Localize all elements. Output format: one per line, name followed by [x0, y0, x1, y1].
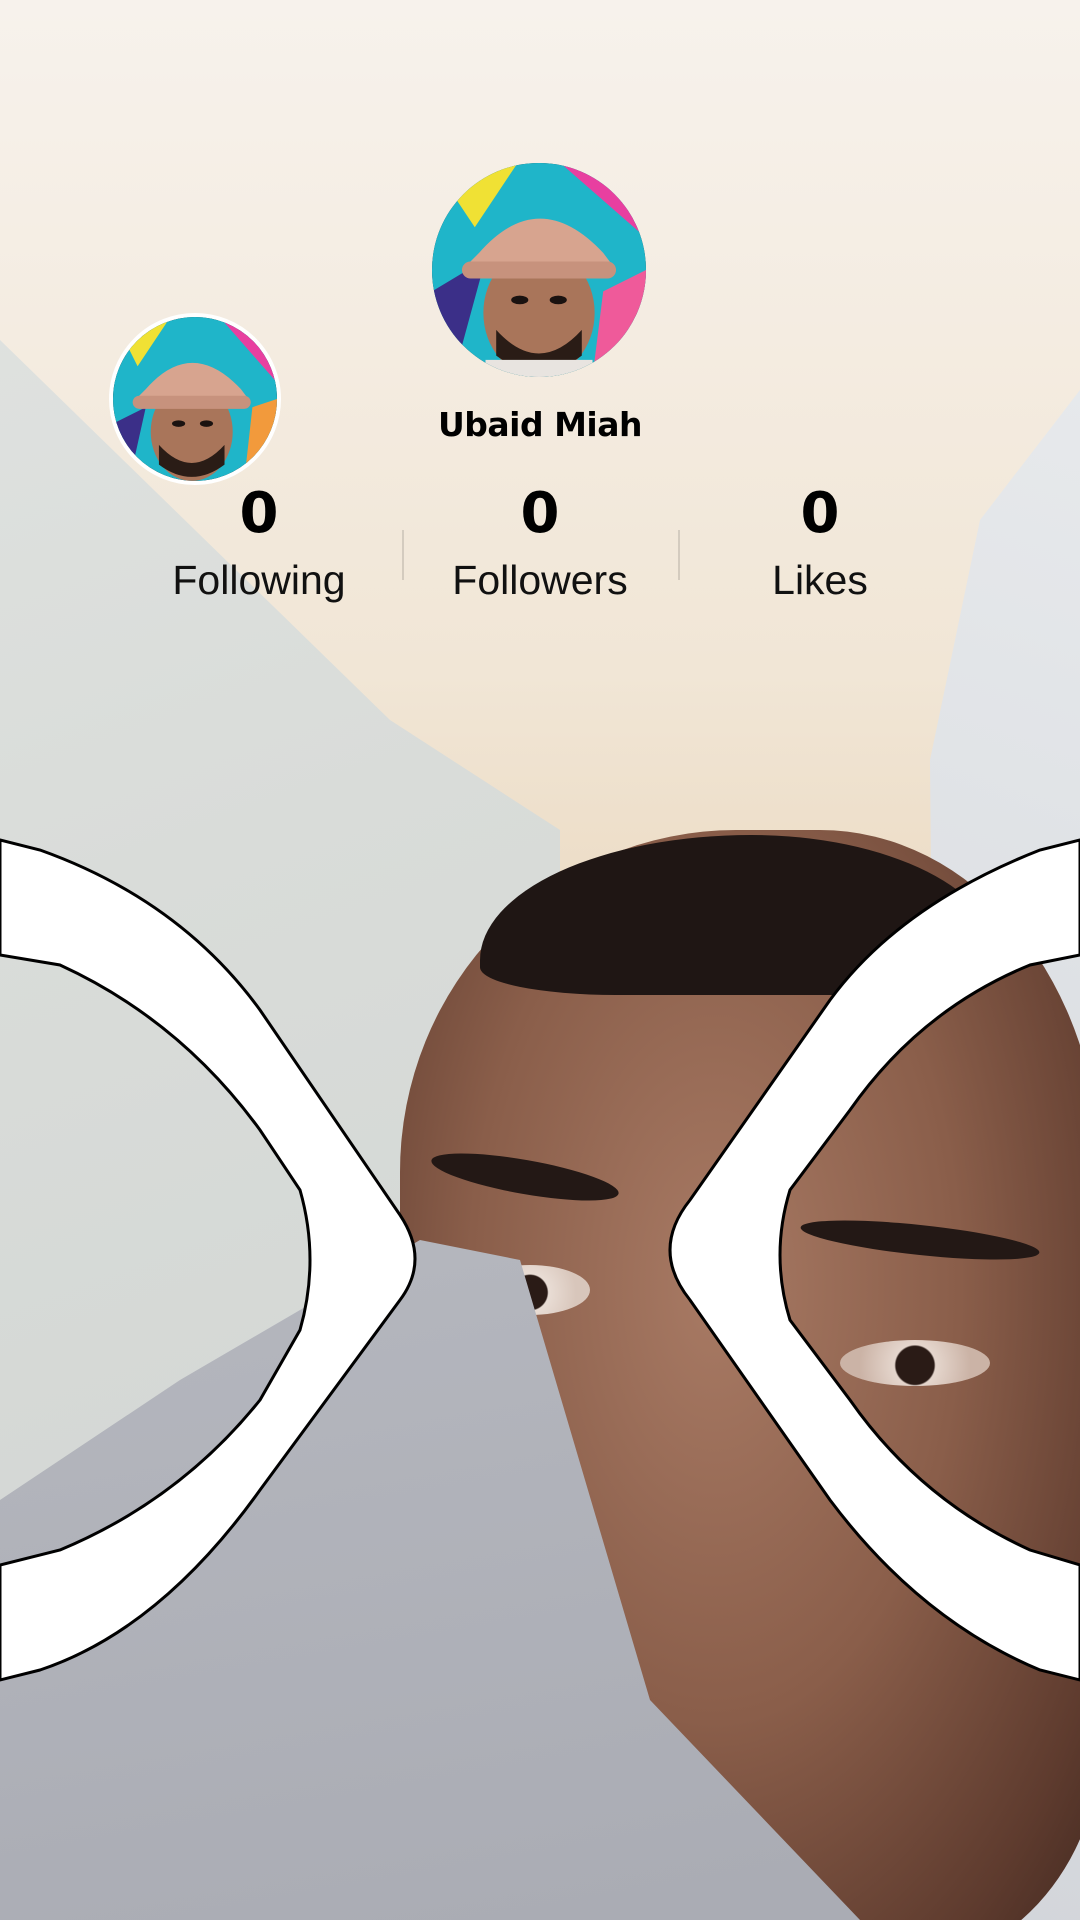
likes-count: 0 — [800, 481, 840, 546]
avatar-illustration-icon — [113, 317, 277, 481]
avatar-illustration-icon — [432, 163, 646, 377]
stat-divider — [402, 530, 404, 580]
profile-avatar[interactable] — [432, 163, 646, 377]
following-count: 0 — [239, 481, 279, 546]
secondary-avatar[interactable] — [109, 313, 281, 485]
left-lens-frame — [0, 838, 417, 1682]
followers-count: 0 — [520, 481, 560, 546]
right-lens-frame — [668, 838, 1080, 1682]
stat-divider — [678, 530, 680, 580]
following-stat[interactable]: 0 Following — [129, 480, 389, 606]
likes-label: Likes — [772, 557, 868, 603]
following-label: Following — [172, 557, 346, 603]
profile-username: Ubaid Miah — [437, 405, 643, 444]
followers-label: Followers — [452, 557, 628, 603]
likes-stat[interactable]: 0 Likes — [690, 480, 950, 606]
followers-stat[interactable]: 0 Followers — [410, 480, 670, 606]
